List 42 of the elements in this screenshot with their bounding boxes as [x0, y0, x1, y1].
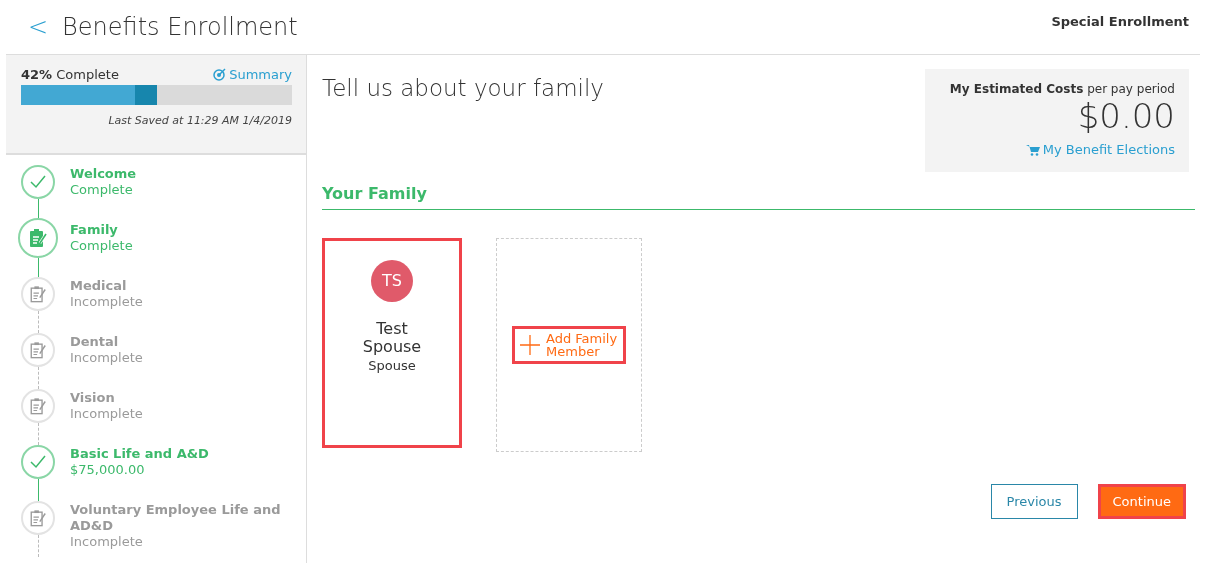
clipboard-icon: [28, 228, 48, 248]
step-name[interactable]: Welcome: [70, 166, 137, 182]
plus-icon: [520, 334, 540, 355]
continue-button[interactable]: Continue: [1097, 483, 1186, 519]
family-member-card[interactable]: TS Test Spouse Spouse: [322, 237, 462, 448]
cart-icon: [1025, 143, 1040, 156]
check-icon: [30, 455, 46, 469]
enrollment-type: Special Enrollment: [1051, 14, 1189, 29]
cost-amount: $0.00: [1076, 96, 1175, 136]
member-relation: Spouse: [368, 357, 416, 373]
page-title: Benefits Enrollment: [62, 13, 298, 41]
section-heading: Tell us about your family: [322, 75, 604, 103]
step-name[interactable]: Basic Life and A&D: [70, 446, 209, 462]
cost-label: My Estimated Costs per pay period: [948, 82, 1175, 96]
step-status: Incomplete: [70, 350, 143, 366]
add-family-member-button[interactable]: Add Family Member: [512, 325, 626, 364]
check-icon: [30, 175, 46, 189]
step-status: Incomplete: [70, 294, 143, 310]
back-button[interactable]: <: [28, 13, 49, 41]
step-name[interactable]: Medical: [70, 278, 143, 294]
summary-link[interactable]: Summary: [213, 67, 292, 82]
member-name: Test Spouse: [362, 319, 422, 356]
step-status: Complete: [70, 238, 133, 254]
target-icon: [213, 68, 227, 81]
step-status: $75,000.00: [70, 462, 146, 478]
step-name[interactable]: Family: [70, 222, 133, 238]
step-name[interactable]: Dental: [70, 334, 143, 350]
previous-button[interactable]: Previous: [990, 483, 1078, 519]
clipboard-icon: [29, 509, 47, 527]
avatar: TS: [371, 259, 413, 302]
clipboard-icon: [29, 285, 47, 303]
clipboard-icon: [29, 397, 47, 415]
progress-label: 42% Complete: [21, 67, 119, 82]
step-status: Incomplete: [70, 534, 144, 550]
step-name[interactable]: Voluntary Employee Life and AD&D: [70, 502, 286, 534]
benefit-elections-link[interactable]: My Benefit Elections: [1025, 142, 1175, 157]
clipboard-icon: [29, 341, 47, 359]
step-status: Incomplete: [70, 406, 143, 422]
step-status: Complete: [70, 182, 134, 198]
step-name[interactable]: Vision: [70, 390, 143, 406]
last-saved: Last Saved at 11:29 AM 1/4/2019: [107, 114, 292, 127]
section-title: Your Family: [322, 183, 1195, 210]
